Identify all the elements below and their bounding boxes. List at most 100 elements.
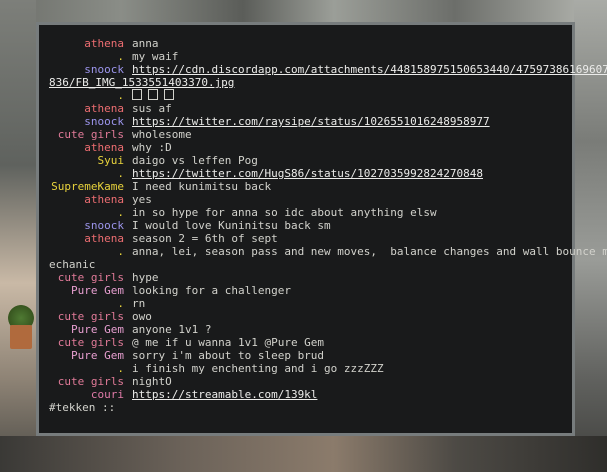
input-prompt[interactable]: #tekken :: — [49, 401, 562, 414]
nick-separator — [124, 336, 132, 349]
chat-message-continuation: echanic — [49, 258, 563, 271]
nick-separator — [124, 141, 132, 154]
plant-pot-decoration — [10, 325, 32, 349]
chat-message: SupremeKame I need kunimitsu back — [49, 180, 563, 193]
message-nick[interactable]: cute girls — [49, 128, 124, 141]
message-text: why :D — [132, 141, 172, 154]
message-nick[interactable]: snoock — [49, 63, 124, 76]
message-body: https://streamable.com/139kl — [132, 388, 563, 401]
chat-message: snoock https://cdn.discordapp.com/attachm… — [49, 63, 607, 76]
message-text: in so hype for anna so idc about anythin… — [132, 206, 437, 219]
message-nick[interactable]: couri — [49, 388, 124, 401]
nick-separator — [124, 219, 132, 232]
message-link[interactable]: https://twitter.com/raysipe/status/10265… — [132, 115, 490, 128]
background-floor — [0, 436, 607, 472]
message-link[interactable]: https://cdn.discordapp.com/attachments/4… — [132, 63, 607, 76]
message-text: I need kunimitsu back — [132, 180, 272, 193]
message-text: anna — [132, 37, 159, 50]
nick-separator — [124, 167, 132, 180]
message-nick[interactable]: cute girls — [49, 310, 124, 323]
channel-name: #tekken — [49, 401, 96, 414]
message-nick[interactable]: cute girls — [49, 375, 124, 388]
message-nick[interactable]: athena — [49, 102, 124, 115]
message-nick[interactable]: SupremeKame — [49, 180, 124, 193]
chat-message: . rn — [49, 297, 563, 310]
message-nick[interactable]: Pure Gem — [49, 349, 124, 362]
message-text: sus af — [132, 102, 172, 115]
nick-separator — [124, 115, 132, 128]
chat-message: athena why :D — [49, 141, 563, 154]
message-text: echanic — [49, 258, 96, 271]
nick-separator — [124, 284, 132, 297]
nick-separator — [124, 128, 132, 141]
chat-message: snoock I would love Kuninitsu back sm — [49, 219, 563, 232]
message-nick[interactable]: . — [49, 206, 124, 219]
chat-message: snoock https://twitter.com/raysipe/status… — [49, 115, 563, 128]
nick-separator — [124, 206, 132, 219]
message-nick[interactable]: athena — [49, 37, 124, 50]
message-nick[interactable]: . — [49, 297, 124, 310]
message-nick[interactable]: Pure Gem — [49, 284, 124, 297]
chat-message: Pure Gem anyone 1v1 ? — [49, 323, 563, 336]
chat-message: cute girls @ me if u wanna 1v1 @Pure Gem — [49, 336, 563, 349]
message-nick[interactable]: . — [49, 50, 124, 63]
message-nick[interactable]: athena — [49, 193, 124, 206]
nick-separator — [124, 89, 132, 102]
chat-message: athena season 2 = 6th of sept — [49, 232, 563, 245]
message-nick[interactable]: cute girls — [49, 336, 124, 349]
missing-glyph-icon — [132, 89, 142, 100]
message-text: @ me if u wanna 1v1 @Pure Gem — [132, 336, 325, 349]
chat-message: . my waif — [49, 50, 563, 63]
message-nick[interactable]: athena — [49, 141, 124, 154]
message-nick[interactable]: . — [49, 89, 124, 102]
message-link[interactable]: https://streamable.com/139kl — [132, 388, 317, 401]
message-body: https://twitter.com/HugS86/status/102703… — [132, 167, 563, 180]
nick-separator — [124, 232, 132, 245]
message-link[interactable]: https://twitter.com/HugS86/status/102703… — [132, 167, 483, 180]
chat-message: Syui daigo vs leffen Pog — [49, 154, 563, 167]
message-nick[interactable]: cute girls — [49, 271, 124, 284]
message-nick[interactable]: athena — [49, 232, 124, 245]
message-body: https://cdn.discordapp.com/attachments/4… — [132, 63, 607, 76]
chat-message: athena anna — [49, 37, 563, 50]
message-text: owo — [132, 310, 152, 323]
chat-message: . — [49, 89, 563, 102]
chat-message: athena sus af — [49, 102, 563, 115]
nick-separator — [124, 63, 132, 76]
chat-message: . anna, lei, season pass and new moves, b… — [49, 245, 607, 258]
message-nick[interactable]: . — [49, 245, 124, 258]
message-text: my waif — [132, 50, 179, 63]
message-text: nightO — [132, 375, 172, 388]
nick-separator — [124, 388, 132, 401]
chat-message: cute girls hype — [49, 271, 563, 284]
missing-glyph-icon — [148, 89, 158, 100]
chat-message: . i finish my enchenting and i go zzzZZZ — [49, 362, 563, 375]
nick-separator — [124, 193, 132, 206]
message-nick[interactable]: Pure Gem — [49, 323, 124, 336]
message-nick[interactable]: Syui — [49, 154, 125, 167]
nick-separator — [124, 37, 132, 50]
chat-message: . in so hype for anna so idc about anythi… — [49, 206, 563, 219]
message-text: hype — [132, 271, 159, 284]
message-body: https://twitter.com/raysipe/status/10265… — [132, 115, 563, 128]
chat-message-continuation: 836/FB_IMG_1533551403370.jpg — [49, 76, 563, 89]
background-left-wall — [0, 0, 36, 472]
message-nick[interactable]: snoock — [49, 219, 124, 232]
message-link[interactable]: 836/FB_IMG_1533551403370.jpg — [49, 76, 234, 89]
message-text: season 2 = 6th of sept — [132, 232, 278, 245]
chat-message: cute girls nightO — [49, 375, 563, 388]
message-text: sorry i'm about to sleep brud — [132, 349, 325, 362]
message-text: looking for a challenger — [132, 284, 291, 297]
nick-separator — [124, 349, 132, 362]
terminal-window[interactable]: athena anna. my waif snoock https://cdn.disc… — [36, 22, 607, 436]
prompt-separator: :: — [95, 401, 116, 414]
message-nick[interactable]: . — [49, 167, 124, 180]
message-nick[interactable]: . — [49, 362, 124, 375]
chat-message: . https://twitter.com/HugS86/status/10270… — [49, 167, 563, 180]
chat-message: cute girls wholesome — [49, 128, 563, 141]
message-nick[interactable]: snoock — [49, 115, 124, 128]
message-text: yes — [132, 193, 152, 206]
nick-separator — [124, 154, 132, 167]
message-text: I would love Kuninitsu back sm — [132, 219, 331, 232]
missing-glyph-icon — [164, 89, 174, 100]
